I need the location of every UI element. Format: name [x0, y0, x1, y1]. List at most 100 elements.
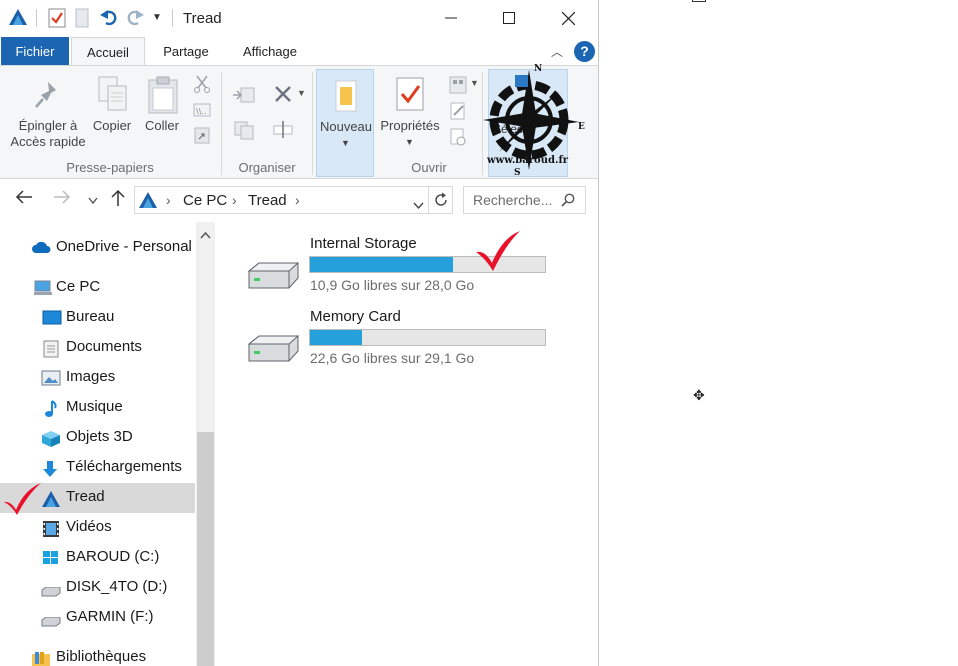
tab-fichier[interactable]: Fichier	[1, 37, 69, 66]
address-dropdown-icon[interactable]	[413, 197, 424, 213]
delete-dropdown-icon[interactable]: ▼	[297, 88, 306, 98]
breadcrumb-chevron-icon[interactable]: ›	[166, 192, 171, 208]
redo-icon[interactable]	[125, 7, 145, 30]
breadcrumb-tread[interactable]: Tread	[248, 192, 287, 209]
download-arrow-icon	[42, 460, 60, 477]
nav-item-bibliotheques[interactable]: Bibliothèques	[0, 643, 195, 666]
content-pane: Internal Storage 10,9 Go libres sur 28,0…	[216, 222, 598, 666]
delete-x-icon[interactable]	[273, 84, 291, 102]
nav-item-videos[interactable]: Vidéos	[0, 513, 195, 543]
nav-item-onedrive[interactable]: OneDrive - Personal	[0, 233, 195, 263]
computer-icon	[33, 280, 52, 296]
cut-icon[interactable]	[193, 75, 211, 93]
tab-accueil[interactable]: Accueil	[71, 37, 145, 67]
maximize-button[interactable]	[480, 0, 538, 36]
open-dropdown-icon[interactable]: ▼	[470, 78, 479, 88]
recent-locations-chevron-icon[interactable]	[88, 192, 98, 208]
nav-item-garmin-f[interactable]: GARMIN (F:)	[0, 603, 195, 633]
refresh-button[interactable]	[429, 186, 453, 214]
hard-drive-icon	[41, 614, 61, 630]
copy-icon	[98, 76, 128, 115]
forward-arrow-icon[interactable]	[53, 190, 71, 207]
scroll-up-icon[interactable]	[200, 226, 211, 242]
copy-to-icon[interactable]	[232, 120, 254, 140]
refresh-icon	[434, 192, 447, 206]
paste-shortcut-icon[interactable]	[193, 126, 211, 144]
breadcrumb-chevron-icon[interactable]: ›	[232, 192, 237, 208]
copy-button[interactable]: Copier	[88, 118, 136, 134]
breadcrumb-ce-pc[interactable]: Ce PC	[183, 192, 227, 209]
customize-dropdown-icon[interactable]: ▼	[152, 12, 162, 23]
properties-icon	[394, 76, 426, 115]
tread-device-icon	[138, 191, 158, 212]
nav-item-bureau[interactable]: Bureau	[0, 303, 195, 333]
app-icon[interactable]	[8, 8, 28, 29]
address-bar[interactable]: › Ce PC › Tread ›	[134, 186, 429, 214]
nav-item-disk-4to-d[interactable]: DISK_4TO (D:)	[0, 573, 195, 603]
search-box[interactable]: Recherche...	[463, 186, 586, 214]
new-button[interactable]: Nouveau ▼	[316, 69, 374, 177]
nav-label: DISK_4TO (D:)	[66, 578, 168, 595]
nav-label: Bureau	[66, 308, 115, 325]
properties-dropdown-icon[interactable]: ▼	[405, 137, 414, 147]
hard-drive-icon	[247, 335, 300, 362]
cube-3d-icon	[41, 430, 60, 447]
hard-drive-icon	[247, 262, 300, 289]
move-to-icon[interactable]	[232, 85, 255, 103]
red-checkmark-icon	[4, 483, 41, 515]
storage-usage-fill	[310, 330, 362, 345]
compass-letter-e: E	[578, 122, 585, 132]
storage-usage-bar	[309, 329, 546, 346]
edit-icon[interactable]	[449, 102, 467, 120]
nav-scroll-thumb[interactable]	[197, 432, 214, 666]
nav-item-telechargements[interactable]: Téléchargements	[0, 453, 195, 483]
paste-icon	[148, 76, 178, 117]
nav-item-ce-pc[interactable]: Ce PC	[0, 273, 195, 303]
close-button[interactable]	[539, 0, 597, 36]
search-icon[interactable]	[561, 193, 575, 210]
tab-partage[interactable]: Partage	[149, 37, 223, 66]
nav-item-documents[interactable]: Documents	[0, 333, 195, 363]
storage-usage-fill	[310, 257, 454, 272]
windows-drive-icon	[42, 550, 60, 566]
drive-tile[interactable]: Internal Storage 10,9 Go libres sur 28,0…	[216, 222, 598, 293]
documents-icon	[43, 340, 61, 358]
rename-icon[interactable]	[273, 119, 293, 138]
copy-path-icon[interactable]: \\..	[193, 102, 211, 118]
toolbar-separator	[36, 9, 37, 27]
pin-label-line1: Épingler à	[18, 118, 78, 133]
nav-item-objets-3d[interactable]: Objets 3D	[0, 423, 195, 453]
nav-item-baroud-c[interactable]: BAROUD (C:)	[0, 543, 195, 573]
collapse-ribbon-icon[interactable]: ︿	[551, 43, 563, 60]
properties-check-icon[interactable]	[48, 8, 66, 31]
up-arrow-icon[interactable]	[111, 189, 125, 210]
nav-label: BAROUD (C:)	[66, 548, 160, 565]
nav-label: Tread	[66, 488, 105, 505]
new-label: Nouveau	[319, 119, 373, 134]
desktop-icon	[42, 310, 62, 326]
help-button[interactable]: ?	[574, 41, 595, 62]
history-icon[interactable]	[449, 128, 467, 146]
properties-button[interactable]: Propriétés	[377, 118, 443, 134]
minimize-button[interactable]	[422, 0, 480, 36]
pin-quick-access-button[interactable]: Épingler à Accès rapide	[6, 118, 90, 150]
back-arrow-icon[interactable]	[15, 190, 33, 207]
drive-tile[interactable]: Memory Card 22,6 Go libres sur 29,1 Go	[216, 295, 598, 366]
nav-item-images[interactable]: Images	[0, 363, 195, 393]
undo-icon[interactable]	[99, 7, 119, 30]
organize-group-label: Organiser	[238, 160, 296, 175]
tab-affichage[interactable]: Affichage	[230, 37, 310, 66]
paste-button[interactable]: Coller	[140, 118, 184, 134]
nav-item-musique[interactable]: Musique	[0, 393, 195, 423]
drive-name: Memory Card	[310, 308, 401, 325]
maximize-icon	[503, 12, 515, 24]
open-icon[interactable]	[449, 76, 467, 94]
nav-label: Ce PC	[56, 278, 101, 295]
title-separator	[172, 9, 173, 27]
breadcrumb-chevron-icon[interactable]: ›	[295, 192, 300, 208]
new-item-icon	[330, 79, 362, 116]
pin-label-line2: Accès rapide	[10, 134, 86, 149]
new-folder-icon[interactable]	[74, 8, 90, 31]
video-film-icon	[42, 520, 60, 537]
compass-letter-s: S	[514, 168, 521, 178]
